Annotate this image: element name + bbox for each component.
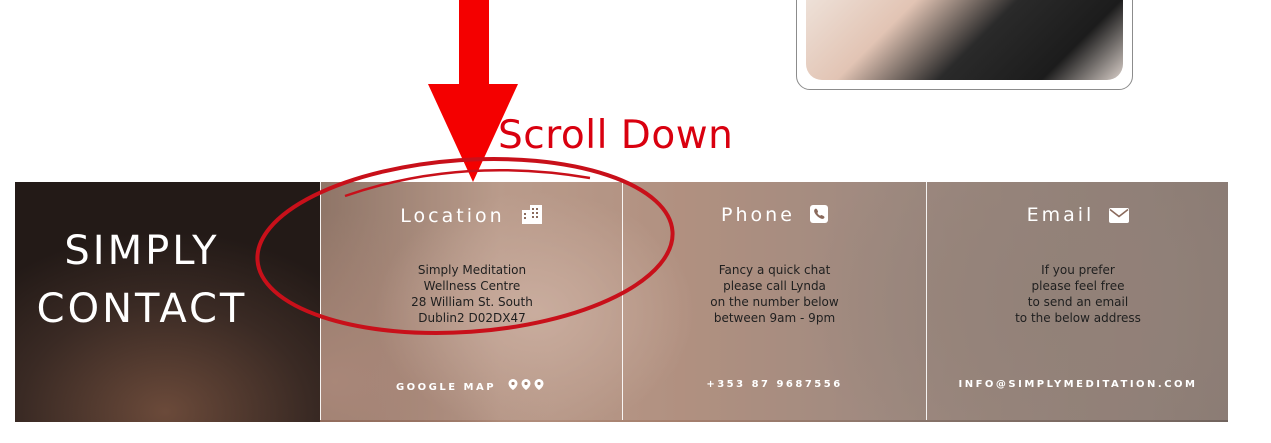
scroll-down-label: Scroll Down	[498, 113, 734, 158]
email-panel: Email If you prefer please feel free to …	[926, 182, 1228, 420]
description-line: to the below address	[1015, 311, 1141, 325]
phone-heading-text: Phone	[721, 204, 795, 226]
description-line: please feel free	[1031, 279, 1125, 293]
email-address-link[interactable]: INFO@SIMPLYMEDITATION.COM	[927, 379, 1228, 390]
description-line: on the number below	[710, 295, 839, 309]
map-pin-icon	[508, 379, 548, 393]
location-address: Simply Meditation Wellness Centre 28 Wil…	[321, 262, 623, 326]
description-line: Fancy a quick chat	[718, 263, 831, 277]
phone-number-link[interactable]: +353 87 9687556	[623, 379, 926, 390]
section-title-line-2: CONTACT	[36, 286, 248, 332]
location-heading: Location	[321, 204, 623, 229]
google-map-link[interactable]: GOOGLE MAP	[321, 379, 623, 393]
phone-heading: Phone	[623, 204, 926, 228]
description-line: between 9am - 9pm	[713, 311, 836, 325]
section-title: SIMPLY CONTACT	[15, 222, 269, 338]
address-line: Wellness Centre	[423, 279, 521, 293]
description-line: If you prefer	[1041, 263, 1115, 277]
location-heading-text: Location	[400, 205, 505, 227]
email-heading: Email	[927, 204, 1228, 228]
phone-panel: Phone Fancy a quick chat please call Lyn…	[622, 182, 926, 420]
building-icon	[520, 204, 544, 229]
hero-photo-card	[796, 0, 1133, 90]
description-line: to send an email	[1027, 295, 1129, 309]
address-line: Dublin2 D02DX47	[418, 311, 526, 325]
section-title-line-1: SIMPLY	[64, 228, 220, 274]
email-description: If you prefer please feel free to send a…	[927, 262, 1228, 326]
description-line: please call Lynda	[723, 279, 826, 293]
arrow-shaft	[459, 0, 489, 92]
phone-icon	[809, 205, 828, 228]
address-line: Simply Meditation	[417, 263, 527, 277]
location-panel: Location Simply Meditation Wellness Cent…	[320, 182, 623, 420]
google-map-link-text[interactable]: GOOGLE MAP	[396, 382, 496, 393]
hero-photo	[806, 0, 1123, 80]
address-line: 28 William St. South	[411, 295, 533, 309]
phone-description: Fancy a quick chat please call Lynda on …	[623, 262, 926, 326]
envelope-icon	[1109, 206, 1130, 228]
contact-section: SIMPLY CONTACT Location Simply Meditatio…	[15, 182, 1228, 422]
email-heading-text: Email	[1026, 204, 1095, 226]
